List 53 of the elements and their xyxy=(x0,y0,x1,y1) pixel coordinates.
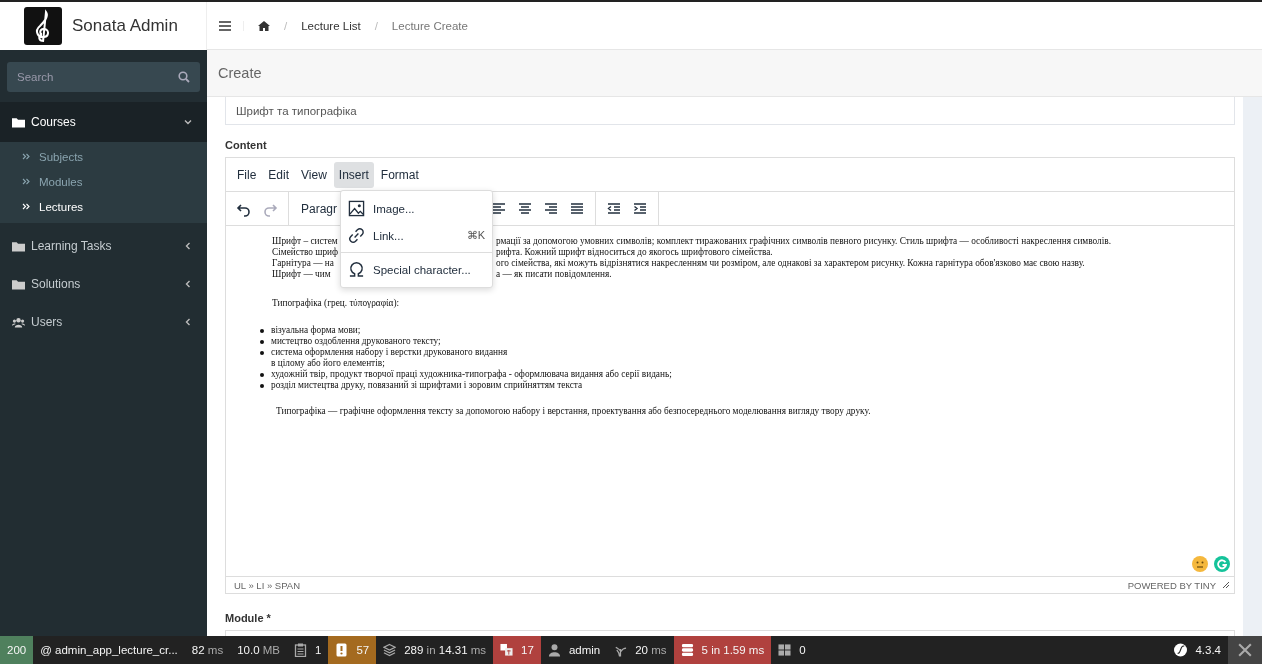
route-panel-item[interactable]: @ admin_app_lecture_cr... xyxy=(33,636,185,664)
page-title: Create xyxy=(218,65,262,81)
breadcrumb-separator: / xyxy=(374,19,378,32)
user-panel-item[interactable]: admin xyxy=(540,636,608,664)
menubar-item[interactable]: Edit xyxy=(263,161,295,188)
title-input-field[interactable]: Шрифт та типографіка xyxy=(225,97,1235,125)
body-text: рифта. Кожний шрифт відноситься до якогось шрифтового сімейства. xyxy=(496,247,773,258)
layout-panel-item[interactable]: 0 xyxy=(771,636,813,664)
translation-panel-item[interactable]: 17 xyxy=(493,636,541,664)
field-label: Content xyxy=(225,139,268,151)
version-panel-item[interactable]: 4.3.4 xyxy=(1167,636,1228,664)
powered-by-link[interactable]: POWERED BY TINY xyxy=(1127,579,1216,591)
sidebar-subitem[interactable]: Lectures xyxy=(0,194,207,219)
element-path[interactable]: UL » LI » SPAN xyxy=(234,579,1128,591)
list-item-text: візуальна форма мови; xyxy=(271,325,361,336)
breadcrumb-link[interactable]: Lecture List xyxy=(301,19,361,32)
shortcut-text: ⌘K xyxy=(466,229,485,242)
sidebar-item[interactable]: Learning Tasks xyxy=(0,227,207,265)
sidebar-subitem[interactable]: Modules xyxy=(0,169,207,194)
sidebar-subitem[interactable]: Subjects xyxy=(0,144,207,169)
memory-panel-item[interactable]: 10.0 MB xyxy=(230,636,287,664)
body-text: а — як писати повідомлення. xyxy=(496,269,612,280)
list-item-text: система оформлення набору і верстки друкованого видання в цілому або його елементів; xyxy=(271,347,508,369)
list-item-text: розділ мистецтва друку, повязаний зі шрифтами і зоровим сприйняттям текста xyxy=(271,380,583,391)
body-text: Сімейство шриф xyxy=(272,247,339,258)
body-text: Шрифт — чим xyxy=(272,269,331,280)
twig-panel-item[interactable]: 289 in 14.31 ms xyxy=(376,636,494,664)
list-item-text: мистецтво оздоблення друкованого тексту; xyxy=(271,336,441,347)
sidebar-item[interactable]: Users xyxy=(0,303,207,341)
body-text: ого сімейства, які можуть відрізнятися накресленням чи розміром, але однакові за характером рисунку. Кожна гарнітура обов'язково має свою назву. xyxy=(496,258,1085,269)
body-text: Гарнітура — на xyxy=(272,258,334,269)
menu-item[interactable]: Link... ⌘K xyxy=(341,222,492,249)
performance-panel-item[interactable]: 20 ms xyxy=(607,636,674,664)
sidebar-item[interactable]: Courses xyxy=(0,102,207,142)
logs-panel-item[interactable]: 1 xyxy=(287,636,329,664)
body-text: рмації за допомогою умовних символів; комплект тиражованих графічних символів певного рисунку. Стиль шрифта — особливості накреслення символів. xyxy=(496,236,1112,247)
time-panel-item[interactable]: 82 ms xyxy=(184,636,231,664)
status-panel-item[interactable]: 200 xyxy=(0,636,34,664)
breadcrumb-separator: / xyxy=(284,19,288,32)
forms-panel-item[interactable]: 57 xyxy=(328,636,377,664)
menubar-item[interactable]: File xyxy=(232,161,262,188)
menubar-item[interactable]: View xyxy=(296,161,332,188)
body-text: Шрифт – систем xyxy=(272,236,338,247)
sidebar-item[interactable]: Solutions xyxy=(0,265,207,303)
list-item-text: художній твір, продукт творчої праці художника-типографа - оформлювача видання або серії видань; xyxy=(271,369,672,380)
menubar-item[interactable]: Format xyxy=(375,161,424,188)
menubar-item[interactable]: Insert xyxy=(333,161,374,188)
search-field[interactable]: Search xyxy=(7,62,200,92)
body-text: Типографіка (грец. τύπογραφία): xyxy=(272,298,401,308)
body-text: Типографіка — графічне оформлення тексту за допомогою набору і верстання, проектування або безпосереднього моделювання вигляду твору друку. xyxy=(276,406,872,416)
field-label: Module * xyxy=(225,612,272,624)
database-panel-item[interactable]: 5 in 1.59 ms xyxy=(673,636,772,664)
menu-item[interactable]: Image... xyxy=(341,195,492,222)
